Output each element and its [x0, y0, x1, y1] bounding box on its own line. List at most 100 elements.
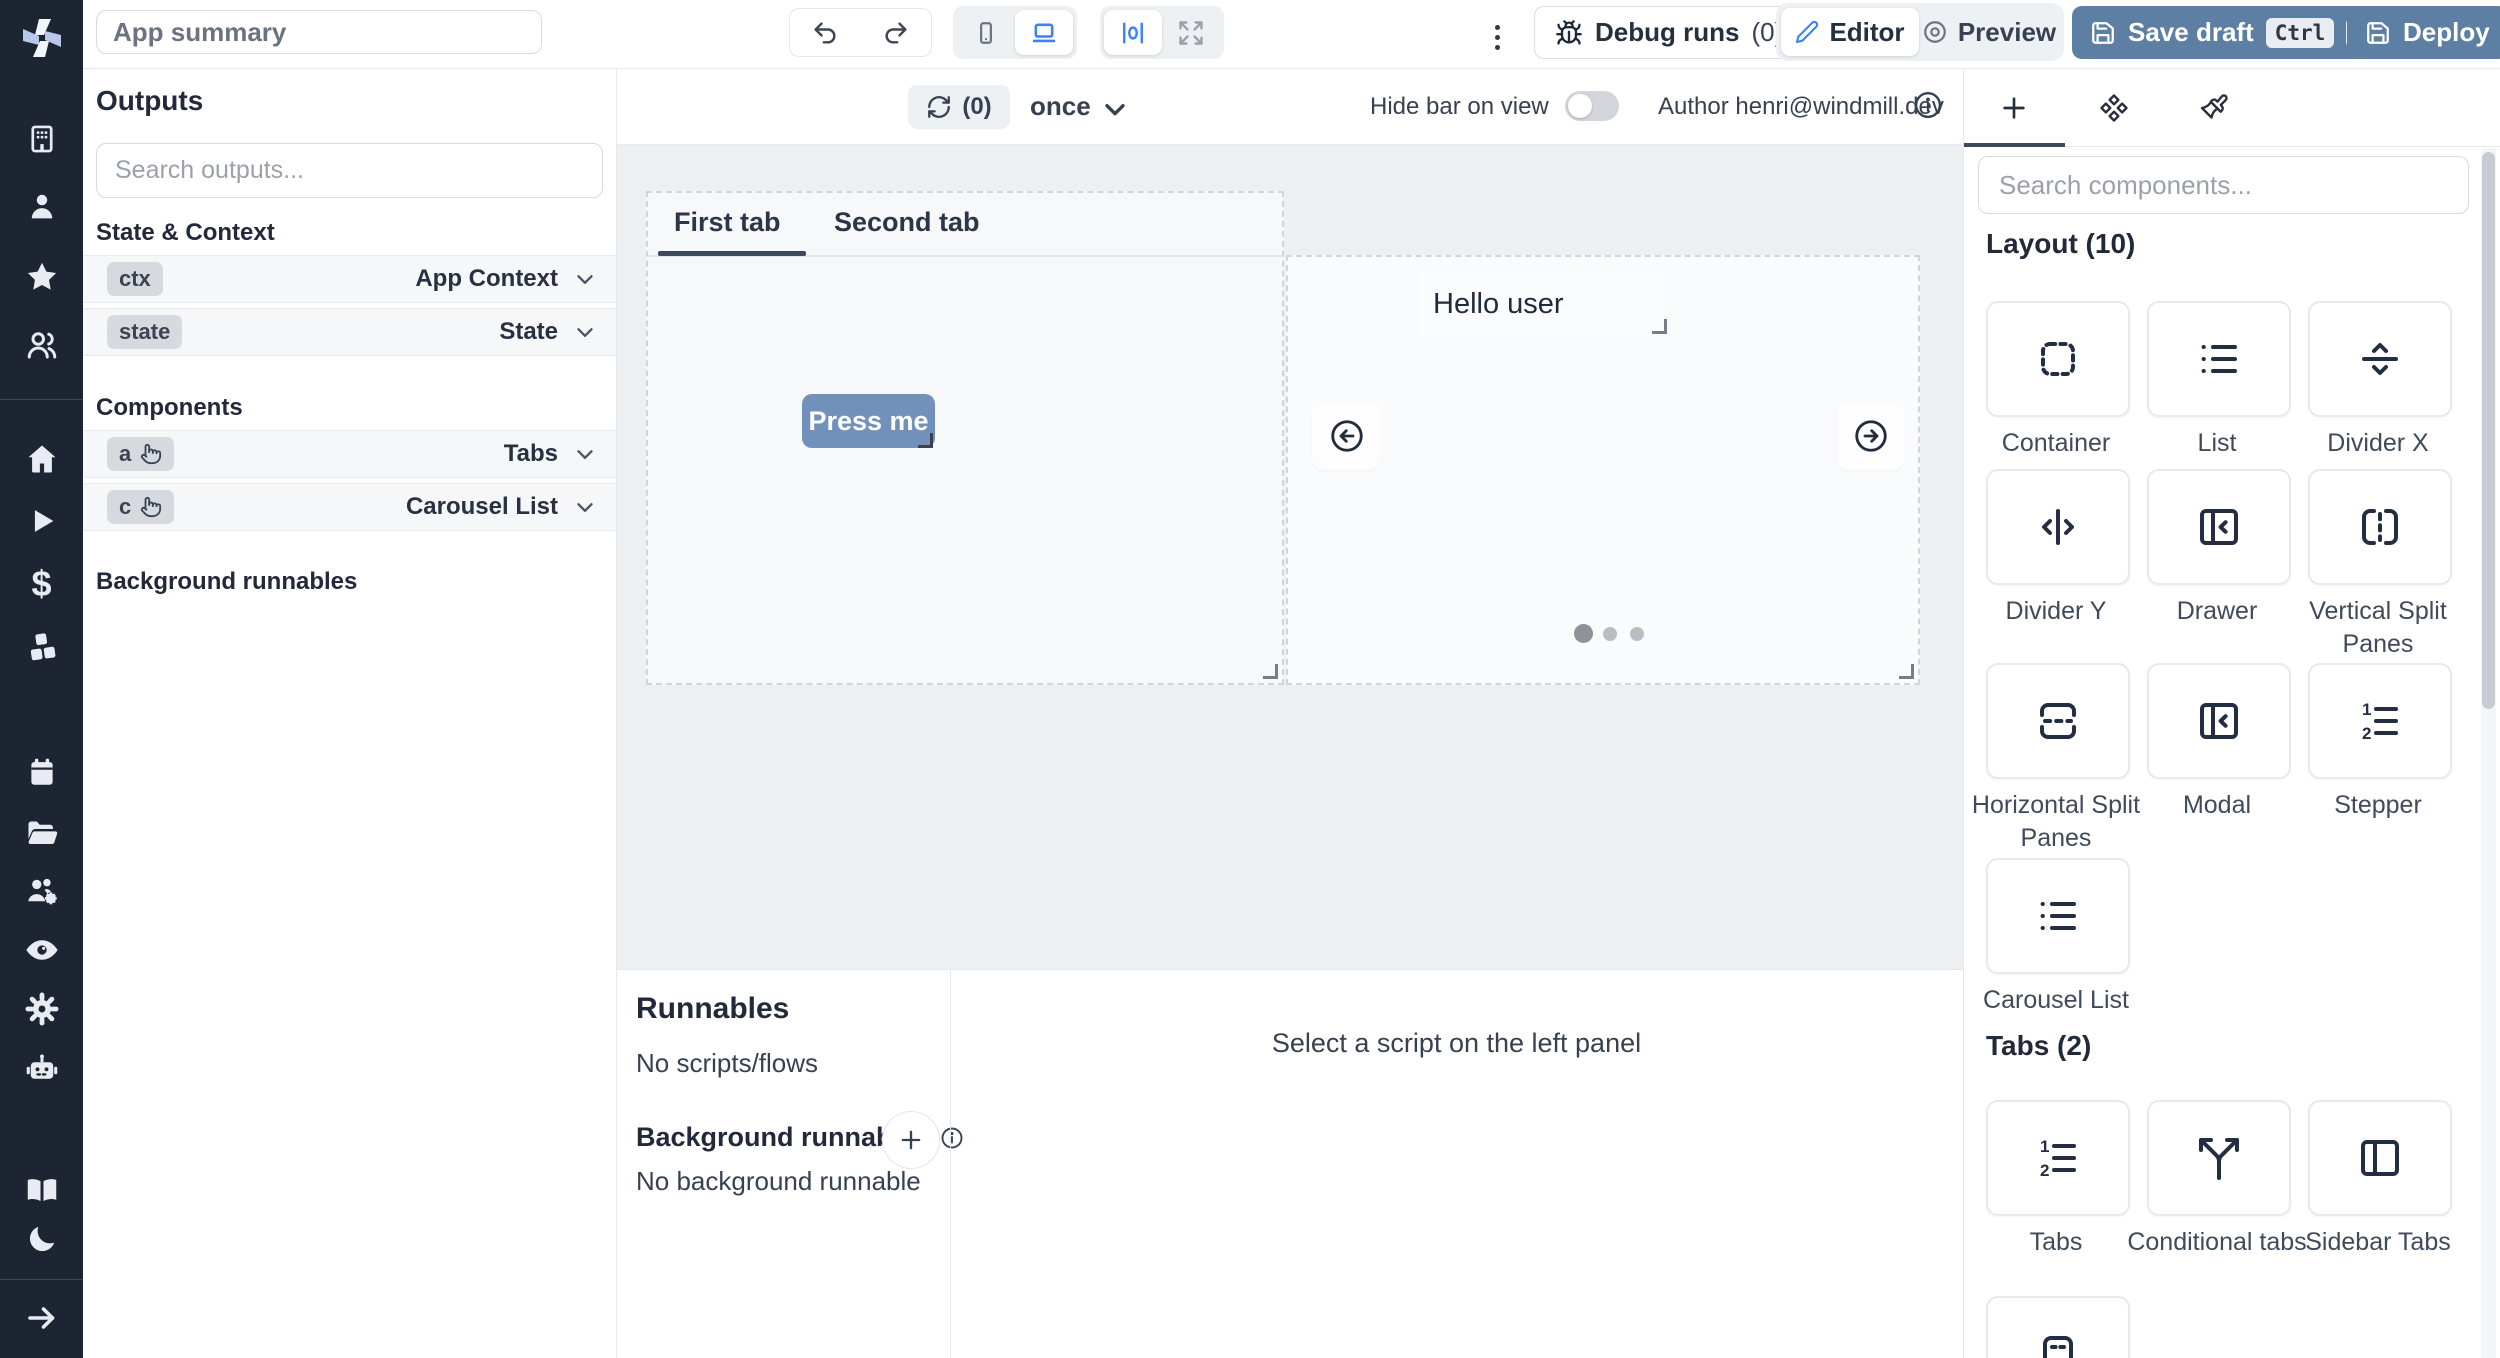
sidebar-item-variables[interactable]: $ [0, 566, 83, 602]
component-card-list[interactable] [2147, 301, 2291, 417]
press-me-button[interactable]: Press me [802, 394, 935, 448]
button-resize-handle[interactable] [918, 433, 933, 448]
component-card-sidebar-tabs[interactable] [2308, 1100, 2452, 1216]
component-card-container[interactable] [1986, 301, 2130, 417]
component-card-modal[interactable] [2147, 663, 2291, 779]
components-panel-tabs [1964, 69, 2500, 147]
refresh-button[interactable]: (0) [908, 85, 1010, 129]
sidebar-item-resources[interactable] [0, 629, 83, 665]
component-card-carousel-list[interactable] [1986, 858, 2130, 974]
tab-insert-component[interactable] [1964, 69, 2064, 147]
component-card-label: Divider X [2288, 427, 2468, 460]
top-bar: Debug runs (0) Editor Preview Save draft… [83, 0, 2500, 69]
background-runnables-heading: Background runnables [96, 568, 357, 596]
output-row-ctx[interactable]: ctx App Context [83, 255, 616, 303]
sidebar-item-workspace[interactable] [0, 122, 83, 156]
mobile-view-button[interactable] [957, 10, 1015, 55]
undo-button[interactable] [789, 8, 861, 57]
component-resize-handle[interactable] [1899, 664, 1914, 679]
tab-editor[interactable]: Editor [1781, 8, 1919, 56]
component-card-vertical-split[interactable] [2308, 469, 2452, 585]
carousel-next-button[interactable] [1836, 402, 1905, 470]
save-draft-label: Save draft [2128, 17, 2254, 48]
arrow-right-circle-icon [1853, 418, 1889, 454]
text-resize-handle[interactable] [1652, 319, 1667, 334]
sidebar-item-runs[interactable] [0, 504, 83, 538]
hide-bar-toggle[interactable] [1565, 91, 1619, 121]
output-row-state[interactable]: state State [83, 308, 616, 356]
scrollbar-thumb[interactable] [2482, 152, 2495, 709]
sidebar-item-user[interactable] [0, 189, 83, 223]
output-row-component-c[interactable]: c Carousel List [83, 483, 616, 531]
run-mode-chevron-icon[interactable] [1099, 93, 1131, 125]
sidebar-item-docs[interactable] [0, 1172, 83, 1208]
desktop-view-button[interactable] [1015, 10, 1073, 55]
person-icon [25, 189, 59, 223]
search-components-input[interactable] [1978, 156, 2469, 214]
carousel-dot[interactable] [1630, 627, 1644, 641]
sidebar-expand[interactable] [0, 1300, 83, 1336]
chevron-down-icon[interactable] [572, 494, 598, 520]
component-card-stepper[interactable]: 12 [2308, 663, 2452, 779]
plus-icon [1998, 92, 2030, 124]
carousel-dot[interactable] [1603, 627, 1617, 641]
component-card-divider-x[interactable] [2308, 301, 2452, 417]
chevron-down-icon[interactable] [572, 319, 598, 345]
info-icon[interactable] [1913, 90, 1943, 120]
deploy-button[interactable]: Deploy [2347, 6, 2500, 59]
canvas-grid[interactable]: First tab Second tab Press me Hello user [617, 145, 1963, 969]
output-row-component-a[interactable]: a Tabs [83, 430, 616, 478]
tabs-component[interactable]: First tab Second tab Press me [646, 191, 1284, 685]
sidebar-item-home[interactable] [0, 441, 83, 477]
component-a-id: a [119, 441, 131, 467]
sidebar-item-favorites[interactable] [0, 259, 83, 295]
tab-first[interactable]: First tab [674, 207, 781, 238]
sidebar-item-folders[interactable] [0, 814, 83, 850]
sidebar-item-audit[interactable] [0, 932, 83, 968]
carousel-component[interactable]: Hello user [1286, 255, 1920, 685]
sidebar-item-users[interactable] [0, 327, 83, 363]
pointer-hand-icon [140, 443, 162, 465]
component-card-divider-y[interactable] [1986, 469, 2130, 585]
users-gear-icon [24, 873, 60, 909]
tab-styling[interactable] [2164, 69, 2264, 147]
expand-canvas-button[interactable] [1162, 10, 1220, 55]
component-card-conditional-tabs[interactable] [2147, 1100, 2291, 1216]
sidebar-item-schedules[interactable] [0, 755, 83, 789]
sidebar-item-settings[interactable] [0, 991, 83, 1027]
add-background-runnable-button[interactable] [882, 1111, 940, 1169]
refresh-icon [926, 94, 952, 120]
debug-runs-button[interactable]: Debug runs (0) [1534, 6, 1804, 59]
redo-button[interactable] [860, 8, 932, 57]
component-card-horizontal-split[interactable] [1986, 663, 2130, 779]
component-card-clipped[interactable] [1986, 1296, 2130, 1358]
tab-second[interactable]: Second tab [834, 207, 980, 238]
app-summary-input[interactable] [96, 10, 542, 54]
chevron-down-icon[interactable] [572, 441, 598, 467]
more-menu-button[interactable] [1487, 17, 1508, 58]
chevron-down-icon[interactable] [572, 266, 598, 292]
tabs-component-tabbar: First tab Second tab [648, 193, 1282, 257]
ctx-badge: ctx [107, 262, 163, 296]
info-icon[interactable] [940, 1126, 964, 1150]
search-outputs-input[interactable] [96, 143, 603, 198]
center-canvas-button[interactable] [1104, 10, 1162, 55]
component-card-drawer[interactable] [2147, 469, 2291, 585]
sidebar-item-groups[interactable] [0, 873, 83, 909]
windmill-logo[interactable] [0, 14, 83, 62]
carousel-prev-button[interactable] [1312, 402, 1381, 470]
sidebar-divider [0, 399, 83, 400]
carousel-dot-active[interactable] [1574, 624, 1593, 643]
component-card-label: Sidebar Tabs [2288, 1226, 2468, 1259]
shortcut-ctrl: Ctrl [2266, 18, 2335, 48]
hello-user-text[interactable]: Hello user [1421, 273, 1665, 335]
redo-icon [882, 19, 910, 47]
tab-preview[interactable]: Preview [1919, 8, 2059, 56]
sidebar-item-theme[interactable] [0, 1222, 83, 1256]
tab-component-settings[interactable] [2064, 69, 2164, 147]
component-resize-handle[interactable] [1263, 664, 1278, 679]
run-mode-label[interactable]: once [1030, 91, 1091, 122]
eye-icon [24, 932, 60, 968]
sidebar-item-workers[interactable] [0, 1051, 83, 1087]
component-card-tabs[interactable]: 12 [1986, 1100, 2130, 1216]
